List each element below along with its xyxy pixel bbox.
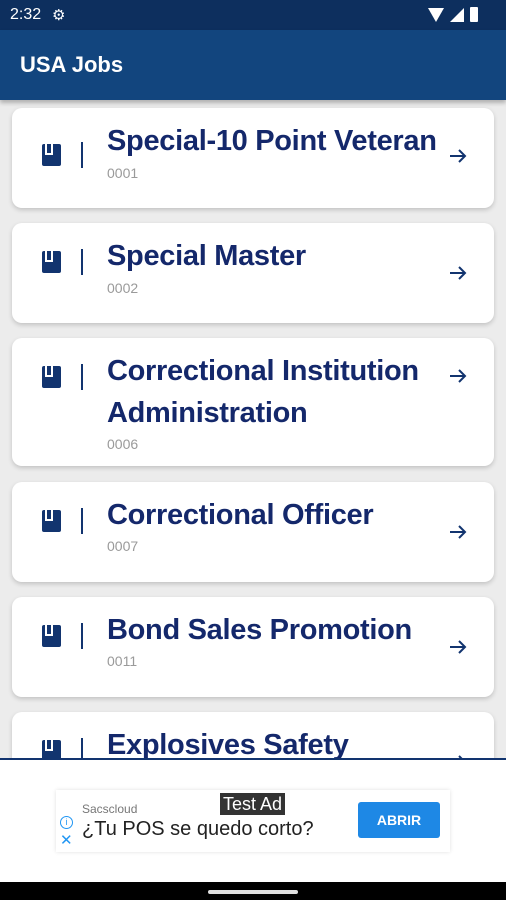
book-icon bbox=[42, 366, 61, 388]
status-bar: 2:32 ⚙ bbox=[0, 0, 506, 30]
app-bar: USA Jobs bbox=[0, 30, 506, 100]
wifi-icon bbox=[428, 7, 444, 22]
divider bbox=[81, 623, 83, 649]
arrow-right-icon[interactable] bbox=[448, 522, 468, 542]
job-card[interactable]: Explosives Safety Series bbox=[12, 712, 494, 758]
arrow-right-icon[interactable] bbox=[448, 263, 468, 283]
book-icon bbox=[42, 251, 61, 273]
home-gesture-handle[interactable] bbox=[208, 890, 298, 894]
divider bbox=[81, 508, 83, 534]
ad-headline: ¿Tu POS se quedo corto? bbox=[82, 818, 314, 840]
battery-icon bbox=[470, 7, 478, 22]
test-ad-label: Test Ad bbox=[220, 793, 286, 815]
ad-banner[interactable]: Test Ad i ✕ Sacscloud ¿Tu POS se quedo c… bbox=[56, 790, 450, 852]
divider bbox=[81, 364, 83, 390]
ad-advertiser: Sacscloud bbox=[82, 802, 138, 816]
info-icon[interactable]: i bbox=[60, 816, 73, 829]
divider bbox=[81, 142, 83, 168]
job-code: 0006 bbox=[107, 436, 139, 452]
signal-icon bbox=[450, 7, 464, 22]
job-title: Correctional Officer bbox=[107, 499, 374, 531]
book-icon bbox=[42, 144, 61, 166]
arrow-right-icon[interactable] bbox=[448, 637, 468, 657]
divider bbox=[81, 249, 83, 275]
status-icons bbox=[428, 7, 478, 22]
job-title: Special Master bbox=[107, 240, 306, 272]
job-code: 0011 bbox=[107, 653, 138, 669]
job-title: Correctional Institution Administration bbox=[107, 355, 419, 429]
book-icon bbox=[42, 625, 61, 647]
ad-area: Test Ad i ✕ Sacscloud ¿Tu POS se quedo c… bbox=[0, 758, 506, 882]
book-icon bbox=[42, 510, 61, 532]
book-icon bbox=[42, 740, 61, 758]
job-card[interactable]: Special-10 Point Veteran 0001 bbox=[12, 108, 494, 208]
job-card[interactable]: Correctional Institution Administration … bbox=[12, 338, 494, 466]
job-card[interactable]: Special Master 0002 bbox=[12, 223, 494, 323]
job-code: 0002 bbox=[107, 280, 139, 296]
job-list[interactable]: Special-10 Point Veteran 0001 Special Ma… bbox=[0, 100, 506, 758]
job-title: Explosives Safety Series bbox=[107, 729, 349, 758]
close-icon[interactable]: ✕ bbox=[60, 833, 73, 848]
divider bbox=[81, 738, 83, 758]
job-code: 0001 bbox=[107, 165, 139, 181]
job-title: Special-10 Point Veteran bbox=[107, 125, 437, 157]
arrow-right-icon[interactable] bbox=[448, 366, 468, 386]
job-card[interactable]: Correctional Officer 0007 bbox=[12, 482, 494, 582]
app-title: USA Jobs bbox=[20, 52, 124, 77]
gear-icon: ⚙ bbox=[52, 7, 66, 24]
job-code: 0007 bbox=[107, 538, 139, 554]
status-time: 2:32 bbox=[10, 6, 42, 23]
job-title: Bond Sales Promotion bbox=[107, 614, 412, 646]
job-card[interactable]: Bond Sales Promotion 0011 bbox=[12, 597, 494, 697]
navigation-bar bbox=[0, 882, 506, 900]
arrow-right-icon[interactable] bbox=[448, 146, 468, 166]
ad-cta-button[interactable]: ABRIR bbox=[358, 802, 440, 838]
